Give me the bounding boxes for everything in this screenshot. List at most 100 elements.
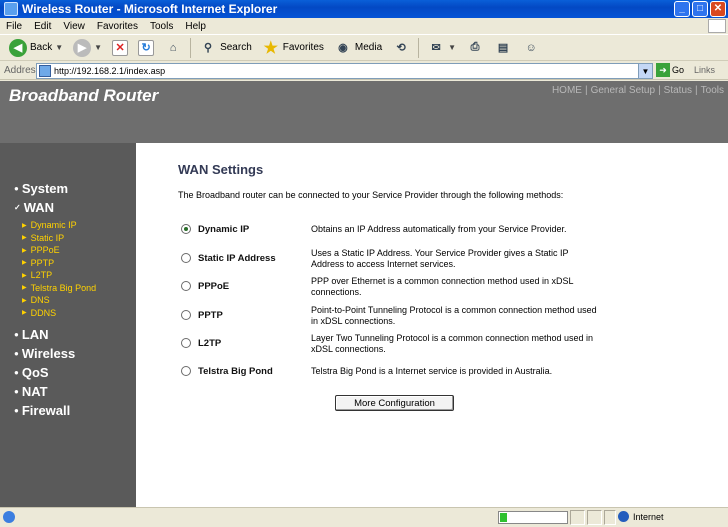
search-icon: ⚲ [204, 42, 213, 54]
back-button[interactable]: ◀ Back ▼ [4, 37, 68, 59]
radio-pptp[interactable] [181, 310, 191, 320]
sidebar-item-label: LAN [21, 327, 49, 342]
option-label: Dynamic IP [198, 224, 250, 235]
go-button[interactable]: ➜ Go [656, 63, 684, 77]
bullet-icon: ● [14, 349, 19, 358]
nav-general-setup[interactable]: General Setup [590, 85, 657, 96]
media-button[interactable]: ◉ Media [329, 37, 387, 59]
sidebar-item-qos[interactable]: ● QoS [14, 365, 49, 380]
browser-toolbar: ◀ Back ▼ ▶ ▼ ✕ ↻ ⌂ ⚲ Search ★ Favorites … [0, 35, 728, 61]
menu-view[interactable]: View [57, 21, 91, 32]
page-status-icon [3, 511, 15, 523]
address-input[interactable]: http://192.168.2.1/index.asp ▼ [36, 63, 653, 79]
search-button[interactable]: ⚲ Search [194, 37, 257, 59]
progress-bar [498, 511, 568, 524]
sidebar-item-nat[interactable]: ● NAT [14, 384, 48, 399]
status-cell [604, 510, 616, 525]
sidebar-subitem-l2tp[interactable]: ▶ L2TP [22, 270, 52, 280]
option-label: Telstra Big Pond [198, 366, 273, 377]
triangle-right-icon: ▶ [22, 310, 27, 316]
close-button[interactable]: ✕ [710, 1, 726, 17]
nav-separator: | [695, 85, 698, 96]
nav-tools[interactable]: Tools [700, 85, 725, 96]
menu-favorites[interactable]: Favorites [91, 21, 144, 32]
nav-home[interactable]: HOME [551, 85, 583, 96]
links-button[interactable]: Links [694, 65, 715, 75]
radio-static-ip[interactable] [181, 253, 191, 263]
triangle-right-icon: ▶ [22, 260, 27, 266]
title-bar: Wireless Router - Microsoft Internet Exp… [0, 0, 728, 18]
back-arrow-icon: ◀ [9, 38, 27, 57]
sidebar-item-lan[interactable]: ● LAN [14, 327, 49, 342]
refresh-icon: ↻ [138, 39, 155, 56]
minimize-button[interactable]: _ [674, 1, 690, 17]
more-configuration-button[interactable]: More Configuration [335, 395, 454, 411]
menu-help[interactable]: Help [179, 21, 212, 32]
triangle-right-icon: ▶ [22, 247, 27, 254]
favorites-button[interactable]: ★ Favorites [257, 37, 329, 59]
history-button[interactable]: ⟲ [387, 37, 415, 59]
forward-button[interactable]: ▶ ▼ [68, 37, 107, 59]
sidebar-subitem-dns[interactable]: ▶ DNS [22, 295, 50, 305]
sidebar-subitem-static-ip[interactable]: ▶ Static IP [22, 233, 64, 243]
security-zone: Internet [618, 511, 664, 522]
sidebar-subitem-label: PPTP [30, 257, 55, 268]
refresh-button[interactable]: ↻ [133, 37, 159, 59]
menu-tools[interactable]: Tools [144, 21, 179, 32]
sidebar-subitem-label: Static IP [30, 232, 65, 243]
nav-status[interactable]: Status [663, 85, 693, 96]
print-button[interactable]: ⎙ [461, 37, 489, 59]
sidebar-subitem-pppoe[interactable]: ▶ PPPoE [22, 245, 60, 255]
home-button[interactable]: ⌂ [159, 37, 187, 59]
radio-dynamic-ip[interactable] [181, 224, 191, 234]
ie-app-icon [4, 2, 18, 16]
sidebar-item-wireless[interactable]: ● Wireless [14, 346, 75, 361]
status-cell [587, 510, 602, 525]
nav-separator: | [584, 85, 588, 96]
forward-arrow-icon: ▶ [73, 38, 92, 57]
stop-button[interactable]: ✕ [107, 37, 133, 59]
main-content: WAN Settings The Broadband router can be… [136, 143, 728, 507]
sidebar-subitem-label: L2TP [30, 270, 53, 280]
mail-button[interactable]: ✉ ▼ [422, 37, 461, 59]
sidebar-subitem-label: Telstra Big Pond [30, 282, 97, 293]
back-label: Back [30, 42, 53, 53]
triangle-right-icon: ▶ [22, 272, 27, 279]
option-label: Static IP Address [198, 253, 276, 264]
toolbar-divider [418, 37, 420, 58]
option-description: Layer Two Tunneling Protocol is a common… [311, 333, 593, 354]
sidebar-item-system[interactable]: ● System [14, 181, 68, 196]
radio-l2tp[interactable] [181, 338, 191, 348]
sidebar-item-firewall[interactable]: ● Firewall [14, 403, 70, 418]
menu-edit[interactable]: Edit [28, 21, 57, 32]
option-label: PPPoE [198, 281, 230, 292]
checkmark-icon: ✓ [14, 203, 21, 212]
history-icon: ⟲ [396, 42, 406, 54]
menu-file[interactable]: File [0, 21, 28, 32]
option-description: Obtains an IP Address automatically from… [311, 224, 567, 234]
radio-pppoe[interactable] [181, 281, 191, 291]
sidebar-item-label: QoS [21, 365, 49, 380]
address-dropdown-icon[interactable]: ▼ [638, 64, 652, 78]
sidebar-item-label: System [21, 181, 69, 196]
triangle-right-icon: ▶ [22, 297, 27, 304]
sidebar-item-wan[interactable]: ✓ WAN [14, 200, 54, 215]
bullet-icon: ● [14, 184, 19, 193]
sidebar-subitem-ddns[interactable]: ▶ DDNS [22, 308, 56, 318]
progress-fill [500, 513, 507, 522]
top-navigation: HOME | General Setup | Status | Tools [551, 85, 725, 96]
bullet-icon: ● [14, 406, 19, 415]
address-url: http://192.168.2.1/index.asp [54, 66, 166, 76]
media-icon: ◉ [338, 42, 348, 54]
triangle-right-icon: ▶ [22, 235, 27, 241]
chevron-down-icon: ▼ [94, 43, 103, 52]
sidebar-subitem-telstra-big-pond[interactable]: ▶ Telstra Big Pond [22, 283, 96, 293]
messenger-button[interactable]: ☺ [517, 37, 545, 59]
nav-separator: | [658, 85, 661, 96]
edit-button[interactable]: ▤ [489, 37, 517, 59]
radio-telstra-big-pond[interactable] [181, 366, 191, 376]
maximize-button[interactable]: □ [692, 1, 708, 17]
sidebar-subitem-dynamic-ip[interactable]: ▶ Dynamic IP [22, 220, 77, 230]
sidebar-item-label: WAN [23, 200, 55, 215]
sidebar-subitem-pptp[interactable]: ▶ PPTP [22, 258, 54, 268]
